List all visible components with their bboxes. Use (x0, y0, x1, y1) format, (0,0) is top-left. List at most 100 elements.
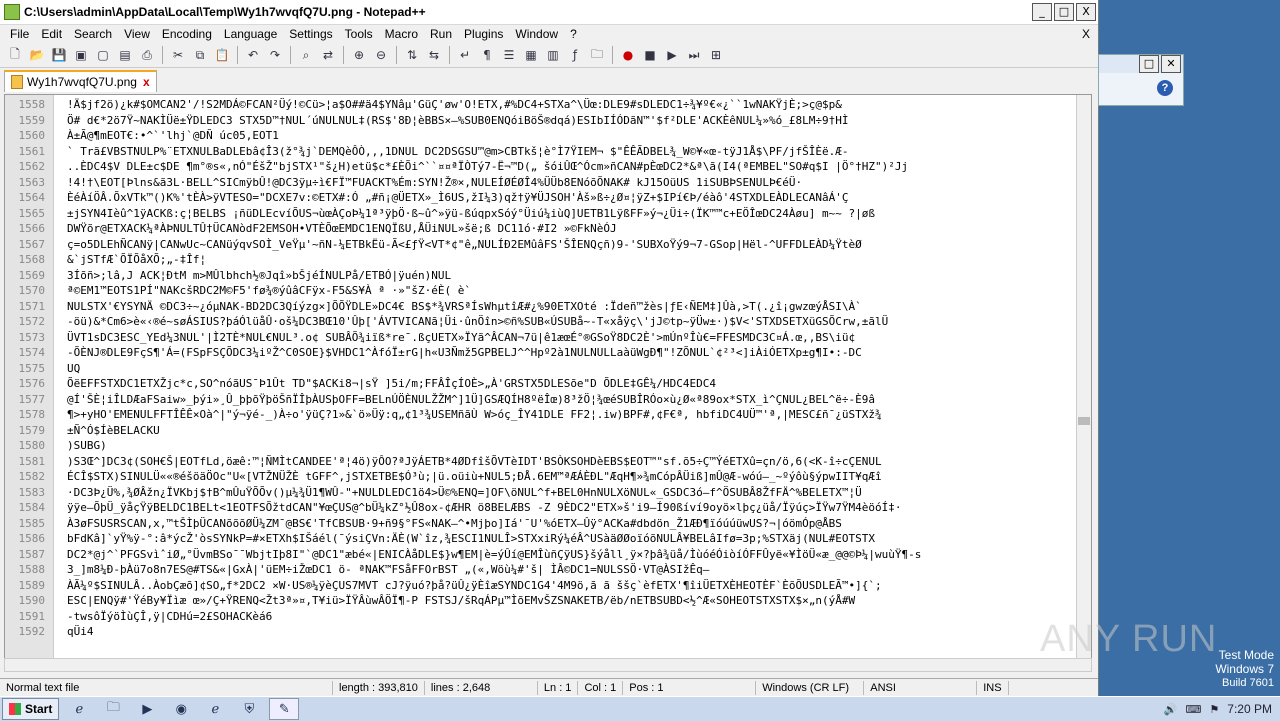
menu-file[interactable]: File (4, 27, 35, 41)
close-document-x[interactable]: X (1076, 27, 1098, 41)
record-macro-icon[interactable]: ● (619, 46, 637, 64)
code-line[interactable]: 1584 ÿÿe—ÕþÜ_ÿåçŸÿBELDC1BELt<1EOTFSÕžtdCA… (5, 500, 902, 516)
code-line[interactable]: 1571 NULSTX'€YSYNÄ ©DC3÷~¿óµNAK-BD2DC3Qíý… (5, 299, 862, 315)
line-text[interactable]: -ÕÈNJ®DLE9FçS¶'Á=(FSpFSÇÕDC3¼iºŽ^C0SOE}$… (45, 345, 862, 361)
line-text[interactable]: ÜVT1sDC3ESC_YEd¼3NUL'|Ì2TÈ*NUL€NUL³.o¢ S… (45, 330, 855, 346)
code-line[interactable]: 1561 ` Trã£VBSTNULP%¨ETXNULBaDLEbâ¢Î3(ž°… (5, 144, 849, 160)
tab-close-icon[interactable]: x (143, 75, 150, 89)
word-wrap-icon[interactable]: ↵ (456, 46, 474, 64)
line-text[interactable]: ±Ñ^Ó$ÍèBELACKU (45, 423, 160, 439)
close-button[interactable]: X (1076, 3, 1096, 21)
code-line[interactable]: 1591 -twsôÏýöÌùÇÎ,ÿ|CDHú=2£SOHACKèá6 (5, 609, 273, 625)
line-text[interactable]: ÀÃ¼º$SINULÂ..ÀobÇæõ]¢SO„f*2DC2 ×W·US®¼ÿè… (45, 578, 882, 594)
line-text[interactable]: NULSTX'€YSYNÄ ©DC3÷~¿óµNAK-BD2DC3Qíýzg×]… (45, 299, 862, 315)
edge-icon[interactable]: ℯ (201, 699, 229, 719)
code-line[interactable]: 1579 ±Ñ^Ó$ÍèBELACKU (5, 423, 160, 439)
line-text[interactable]: -öü)&*Cm6>è«‹®é~søÁSIUS?þáÓlüåÛ·oš¼DC3BŒ… (45, 314, 888, 330)
code-line[interactable]: 1581)S3Œ^]DC3¢(SOH€Š|EOTfLd,öæê:™¦ÑMÌtCA… (5, 454, 882, 470)
line-text[interactable]: ÿÿe—ÕþÜ_ÿåçŸÿBELDC1BELt<1EOTFSÕžtdCAN"¥œ… (45, 500, 901, 516)
folder-as-workspace-icon[interactable]: 🗀 (588, 46, 606, 64)
save-all-icon[interactable]: ▣ (72, 46, 90, 64)
start-button[interactable]: Start (2, 698, 60, 720)
function-list-icon[interactable]: ƒ (566, 46, 584, 64)
menu-view[interactable]: View (118, 27, 156, 41)
line-text[interactable]: 3Íõñ>;lâ,J ACK¦ÐtM m>MÛlbhch½®Jqî»bŠjéÍN… (45, 268, 451, 284)
line-text[interactable]: ` Trã£VBSTNULP%¨ETXNULBaDLEbâ¢Î3(ž°¾j`DE… (45, 144, 848, 160)
menu-search[interactable]: Search (68, 27, 118, 41)
status-encoding[interactable]: ANSI (864, 681, 978, 695)
line-text[interactable]: ÈéÀíÖÂ.ÕxVTk™()K%'tÈÀ>ÿVTESO="DCXE7v:©ET… (45, 190, 848, 206)
tab-document[interactable]: Wy1h7wvqfQ7U.png x (4, 70, 157, 92)
vertical-scrollbar[interactable] (1076, 95, 1091, 658)
notepadpp-icon[interactable]: ✎ (269, 698, 300, 720)
line-text[interactable]: 3_]m8¼Ð-þÀü7o8n7ES@#TS&«|GxÀ|'üEM÷iŽœDC1… (45, 562, 709, 578)
line-text[interactable]: ª©EM1™EOTS1PÍ"NAKcšRDC2M©F5'fø¾®ýûâCFÿx-… (45, 283, 471, 299)
line-text[interactable]: -twsôÏýöÌùÇÎ,ÿ|CDHú=2£SOHACKèá6 (45, 609, 272, 625)
line-text[interactable]: ÕëEFFSTXDC1ETXŽjc*c,SO^nóãUS¯Þ1Ût TD"$AC… (45, 376, 716, 392)
line-text[interactable]: ¶>+yHO'EMENULFFTÎÊÊ×Oà^|"ý¬ÿé-_)À÷o'ÿüÇ?… (45, 407, 882, 423)
replace-icon[interactable]: ⇄ (319, 46, 337, 64)
print-icon[interactable]: ⎙ (138, 46, 156, 64)
maximize-button[interactable]: □ (1054, 3, 1074, 21)
line-text[interactable]: ESC|ENQÿ#'ŸéBy¥Ïìæ œ»/Ç+ŸRENQ<Žt3ª»¤,T¥i… (45, 593, 855, 609)
line-text[interactable]: )S3Œ^]DC3¢(SOH€Š|EOTfLd,öæê:™¦ÑMÌtCANDEE… (45, 454, 882, 470)
line-text[interactable]: ÉCÎ$STX)SINULÜ««®éšöäÖOc"U«[VTŽNÜŽÈ tGFF… (45, 469, 882, 485)
menu-language[interactable]: Language (218, 27, 283, 41)
cut-icon[interactable]: ✂ (169, 46, 187, 64)
menu-edit[interactable]: Edit (35, 27, 68, 41)
code-line[interactable]: 1575 UQ (5, 361, 81, 377)
code-line[interactable]: 1572 -öü)&*Cm6>è«‹®é~søÁSIUS?þáÓlüåÛ·oš¼D… (5, 314, 889, 330)
lang-udf-icon[interactable]: ▦ (522, 46, 540, 64)
bg-maximize-button[interactable]: □ (1139, 55, 1159, 73)
code-line[interactable]: 1569 3Íõñ>;lâ,J ACK¦ÐtM m>MÛlbhch½®Jqî»bŠ… (5, 268, 452, 284)
paste-icon[interactable]: 📋 (213, 46, 231, 64)
line-text[interactable]: ±jSYN4Ièû^1ÿACKß:ç¦BELBS ¡ñüDLEcvíÕUS¬ùœ… (45, 206, 875, 222)
line-text[interactable]: À3øFSUSRSCAN,x,™tŠÌþÜCANõõõØÜ¼ZM¯@BS€'Tf… (45, 516, 842, 532)
network-icon[interactable]: ⌨ (1186, 703, 1202, 716)
line-text[interactable]: ç=o5DLEhÑCANÿ|CANwUc~CANüýqvSOÌ_VeŸµ'~ñN… (45, 237, 862, 253)
volume-icon[interactable]: 🔊 (1164, 703, 1178, 716)
help-icon[interactable]: ? (1157, 80, 1173, 96)
zoom-out-icon[interactable]: ⊖ (372, 46, 390, 64)
menu-window[interactable]: Window (509, 27, 564, 41)
new-file-icon[interactable]: 🗋 (6, 46, 24, 64)
code-line[interactable]: 1563 !4!†\EOT[Þlns&ã3L·BELL^SICmÿbÛ!@DC3ÿ… (5, 175, 803, 191)
line-text[interactable]: Ö# d€*2ö7Ÿ~NAKÌÜë±ŸDLEDC3 STX5D™†NUL´úNU… (45, 113, 848, 129)
line-text[interactable]: À±Ã@¶mEOT€:•^`'lhj`@DÑ úc05,EOT1 (45, 128, 279, 144)
zoom-in-icon[interactable]: ⊕ (350, 46, 368, 64)
menu-plugins[interactable]: Plugins (458, 27, 509, 41)
stop-record-icon[interactable]: ■ (641, 46, 659, 64)
code-line[interactable]: 1585 À3øFSUSRSCAN,x,™tŠÌþÜCANõõõØÜ¼ZM¯@BS… (5, 516, 842, 532)
explorer-icon[interactable]: 🗀 (99, 699, 127, 719)
bg-close-button[interactable]: ✕ (1161, 55, 1181, 73)
code-line[interactable]: 1592 qÜi4 (5, 624, 94, 640)
copy-icon[interactable]: ⧉ (191, 46, 209, 64)
redo-icon[interactable]: ↷ (266, 46, 284, 64)
close-all-icon[interactable]: ▤ (116, 46, 134, 64)
code-line[interactable]: 1573 ÜVT1sDC3ESC_YEd¼3NUL'|Ì2TÈ*NUL€NUL³.… (5, 330, 856, 346)
sync-horizontal-icon[interactable]: ⇆ (425, 46, 443, 64)
status-mode[interactable]: INS (977, 681, 1009, 695)
editor-area[interactable]: 1558 !Ä$jf2ö)¿k#$OMCAN2'/!S2MDÁ©FCAN²Üý!©… (4, 94, 1092, 659)
play-macro-icon[interactable]: ▶ (663, 46, 681, 64)
menu-encoding[interactable]: Encoding (156, 27, 218, 41)
code-line[interactable]: 1558 !Ä$jf2ö)¿k#$OMCAN2'/!S2MDÁ©FCAN²Üý!©… (5, 97, 842, 113)
find-icon[interactable]: ⌕ (297, 46, 315, 64)
code-line[interactable]: 1562 ..ÈDC4$V DLE±c$DE ¶m°®s«,nÓ"ÉšŽ"bjST… (5, 159, 909, 175)
flag-icon[interactable]: ⚑ (1209, 703, 1219, 716)
media-player-icon[interactable]: ▶ (133, 699, 161, 719)
ie-icon[interactable]: ℯ (65, 699, 93, 719)
code-line[interactable]: 1560 À±Ã@¶mEOT€:•^`'lhj`@DÑ úc05,EOT1 (5, 128, 279, 144)
line-text[interactable]: ·DC3Þ¿Ü%,¾ØÂžn¿ÏVKbj$†B^mÛuŸÕÕv()µ¼¾Ü1¶W… (45, 485, 862, 501)
code-line[interactable]: 1568 &`jSTfÆ`ÕÏÕåXÕ;„-‡Îf¦ (5, 252, 207, 268)
line-text[interactable]: ..ÈDC4$V DLE±c$DE ¶m°®s«,nÓ"ÉšŽ"bjSTX¹"š… (45, 159, 908, 175)
indent-guide-icon[interactable]: ☰ (500, 46, 518, 64)
code-line[interactable]: 1567 ç=o5DLEhÑCANÿ|CANwUc~CANüýqvSOÌ_VeŸµ… (5, 237, 862, 253)
line-text[interactable]: !Ä$jf2ö)¿k#$OMCAN2'/!S2MDÁ©FCAN²Üý!©Cü>¦… (45, 97, 842, 113)
vertical-scroll-thumb[interactable] (1078, 417, 1090, 425)
menu-help[interactable]: ? (564, 27, 583, 41)
code-line[interactable]: 1583 ·DC3Þ¿Ü%,¾ØÂžn¿ÏVKbj$†B^mÛuŸÕÕv()µ¼¾… (5, 485, 862, 501)
show-all-chars-icon[interactable]: ¶ (478, 46, 496, 64)
line-text[interactable]: DC2*@j^`PFGSvìˆiØ„°ÜvmBSo¯¯WbjtIþ8I"`@DC… (45, 547, 921, 563)
code-line[interactable]: 1574 -ÕÈNJ®DLE9FçS¶'Á=(FSpFSÇÕDC3¼iºŽ^C0S… (5, 345, 862, 361)
